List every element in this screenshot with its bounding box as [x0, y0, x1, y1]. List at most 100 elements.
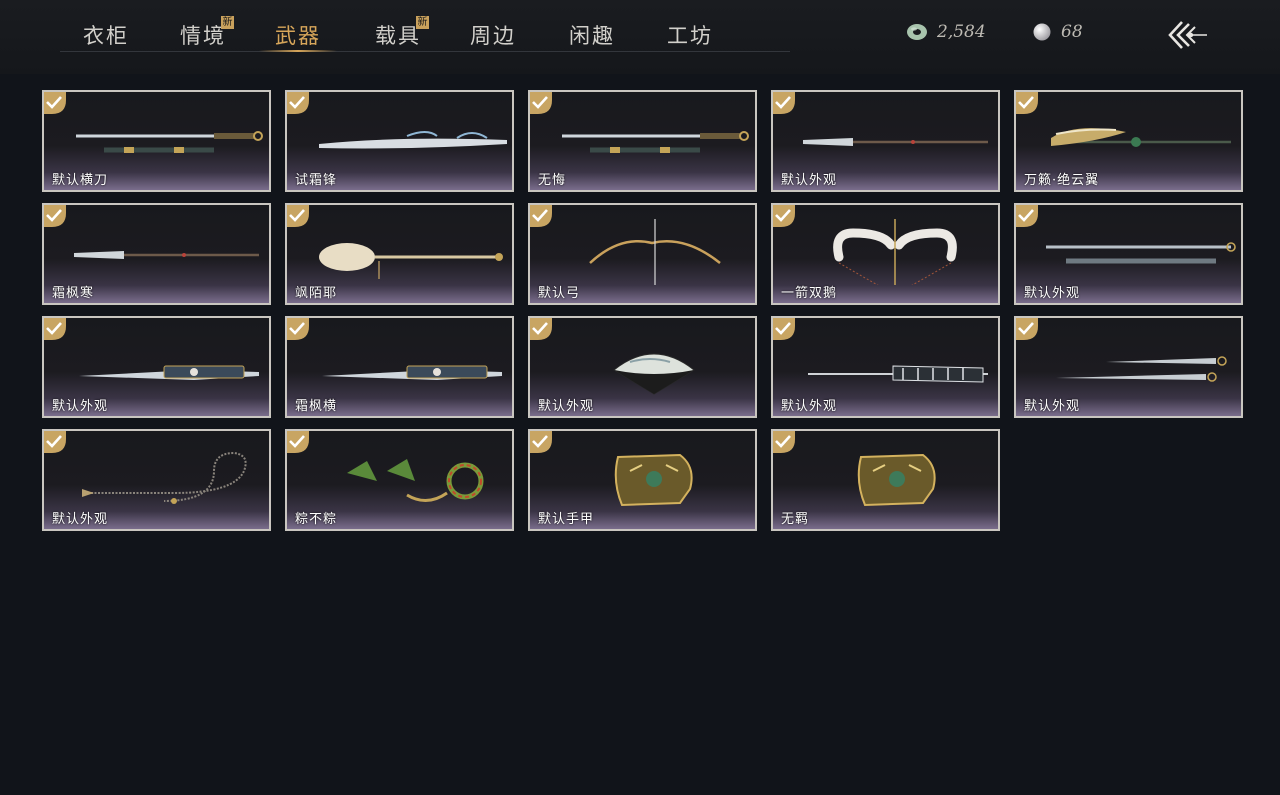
tab-6[interactable]: 工坊 — [667, 20, 713, 50]
owned-check-icon — [1016, 318, 1038, 340]
owned-check-icon — [773, 431, 795, 453]
owned-check-icon — [1016, 205, 1038, 227]
weapon-card[interactable]: 默认弓 — [528, 203, 757, 305]
new-badge: 新 — [221, 16, 234, 29]
owned-check-icon — [287, 431, 309, 453]
weapon-name: 默认外观 — [781, 173, 838, 188]
spear-icon — [803, 138, 988, 146]
blade-icon — [322, 365, 502, 380]
weapon-card[interactable]: 粽不粽 — [285, 429, 514, 531]
jade-amount: 2,584 — [937, 22, 986, 42]
owned-check-icon — [530, 92, 552, 114]
owned-check-icon — [530, 318, 552, 340]
owned-check-icon — [287, 205, 309, 227]
active-tab-underline — [259, 50, 337, 52]
tab-label: 周边 — [470, 24, 516, 48]
jade-coin-icon — [907, 24, 927, 40]
weapon-card[interactable]: 一箭双鹅 — [771, 203, 1000, 305]
owned-check-icon — [287, 318, 309, 340]
tab-label: 载具 — [375, 24, 421, 48]
staff-icon — [319, 243, 503, 279]
weapon-name: 默认外观 — [52, 399, 109, 414]
weapon-card[interactable]: 默认手甲 — [528, 429, 757, 531]
bow-icon — [589, 219, 721, 285]
weapon-card[interactable]: 默认外观 — [1014, 203, 1243, 305]
tab-label: 闲趣 — [569, 24, 615, 48]
weapon-name: 默认手甲 — [538, 512, 595, 527]
tab-5[interactable]: 闲趣 — [569, 20, 615, 50]
weapon-name: 粽不粽 — [295, 512, 338, 527]
sword-icon — [562, 131, 749, 153]
weapon-card[interactable]: 默认外观 — [42, 316, 271, 418]
tab-label: 武器 — [275, 24, 321, 48]
weapon-name: 无羁 — [781, 512, 810, 527]
tab-4[interactable]: 周边 — [470, 20, 516, 50]
sword-icon — [76, 131, 263, 153]
owned-check-icon — [44, 431, 66, 453]
pearl-amount: 68 — [1061, 22, 1083, 42]
back-button[interactable] — [1162, 18, 1212, 52]
weapon-card[interactable]: 霜枫横 — [285, 316, 514, 418]
weapon-name: 霜枫寒 — [52, 286, 95, 301]
weapon-name: 试霜锋 — [295, 173, 338, 188]
owned-check-icon — [44, 205, 66, 227]
weapon-card[interactable]: 试霜锋 — [285, 90, 514, 192]
owned-check-icon — [530, 431, 552, 453]
jade-currency: 2,584 — [906, 20, 986, 44]
zongzi-weapon-icon — [347, 459, 484, 502]
rope-dart-icon — [82, 451, 247, 504]
tabs-divider — [60, 51, 790, 52]
weapon-name: 默认外观 — [538, 399, 595, 414]
weapon-card[interactable]: 默认外观 — [528, 316, 757, 418]
spear-icon — [74, 251, 259, 259]
weapon-name: 默认外观 — [1024, 399, 1081, 414]
weapon-name: 默认外观 — [781, 399, 838, 414]
top-navigation-bar: 衣柜 情境新武器 载具新周边 闲趣 工坊 2,584 68 — [0, 0, 1280, 74]
weapon-card[interactable]: 默认外观 — [771, 90, 1000, 192]
weapon-card[interactable]: 默认外观 — [771, 316, 1000, 418]
tab-1[interactable]: 情境新 — [180, 16, 234, 50]
back-arrow-icon — [1168, 21, 1207, 49]
weapon-card[interactable]: 万籁·绝云翼 — [1014, 90, 1243, 192]
owned-check-icon — [773, 205, 795, 227]
winged-spear-icon — [1051, 128, 1231, 147]
owned-check-icon — [1016, 92, 1038, 114]
weapon-card[interactable]: 飒陌耶 — [285, 203, 514, 305]
weapon-name: 默认横刀 — [52, 173, 109, 188]
owned-check-icon — [44, 92, 66, 114]
weapon-name: 默认外观 — [52, 512, 109, 527]
weapon-card[interactable]: 无羁 — [771, 429, 1000, 531]
pearl-currency: 68 — [1032, 20, 1083, 44]
weapon-name: 霜枫横 — [295, 399, 338, 414]
tab-label: 衣柜 — [83, 24, 129, 48]
tab-2[interactable]: 武器 — [275, 20, 321, 50]
tab-3[interactable]: 载具新 — [375, 16, 429, 50]
tab-label: 情境 — [180, 24, 226, 48]
weapon-card[interactable]: 默认外观 — [42, 429, 271, 531]
weapon-card[interactable]: 默认横刀 — [42, 90, 271, 192]
dual-blade-icon — [1056, 356, 1227, 382]
weapon-name: 一箭双鹅 — [781, 286, 838, 301]
twin-sword-icon — [1046, 242, 1236, 264]
new-badge: 新 — [416, 16, 429, 29]
swan-bow-icon — [833, 219, 957, 285]
fan-icon — [613, 353, 695, 395]
weapon-name: 默认弓 — [538, 286, 581, 301]
owned-check-icon — [44, 318, 66, 340]
weapon-card[interactable]: 霜枫寒 — [42, 203, 271, 305]
owned-check-icon — [773, 92, 795, 114]
weapon-name: 万籁·绝云翼 — [1024, 173, 1100, 188]
weapon-name: 无悔 — [538, 173, 567, 188]
gauntlet-icon — [614, 453, 693, 507]
umbrella-icon — [808, 365, 988, 383]
owned-check-icon — [530, 205, 552, 227]
tab-label: 工坊 — [667, 24, 713, 48]
pearl-icon — [1033, 23, 1051, 41]
weapon-card[interactable]: 无悔 — [528, 90, 757, 192]
owned-check-icon — [773, 318, 795, 340]
weapon-card[interactable]: 默认外观 — [1014, 316, 1243, 418]
frost-sword-icon — [319, 131, 507, 149]
tab-0[interactable]: 衣柜 — [83, 20, 129, 50]
weapon-name: 飒陌耶 — [295, 286, 338, 301]
blade-icon — [79, 365, 259, 380]
